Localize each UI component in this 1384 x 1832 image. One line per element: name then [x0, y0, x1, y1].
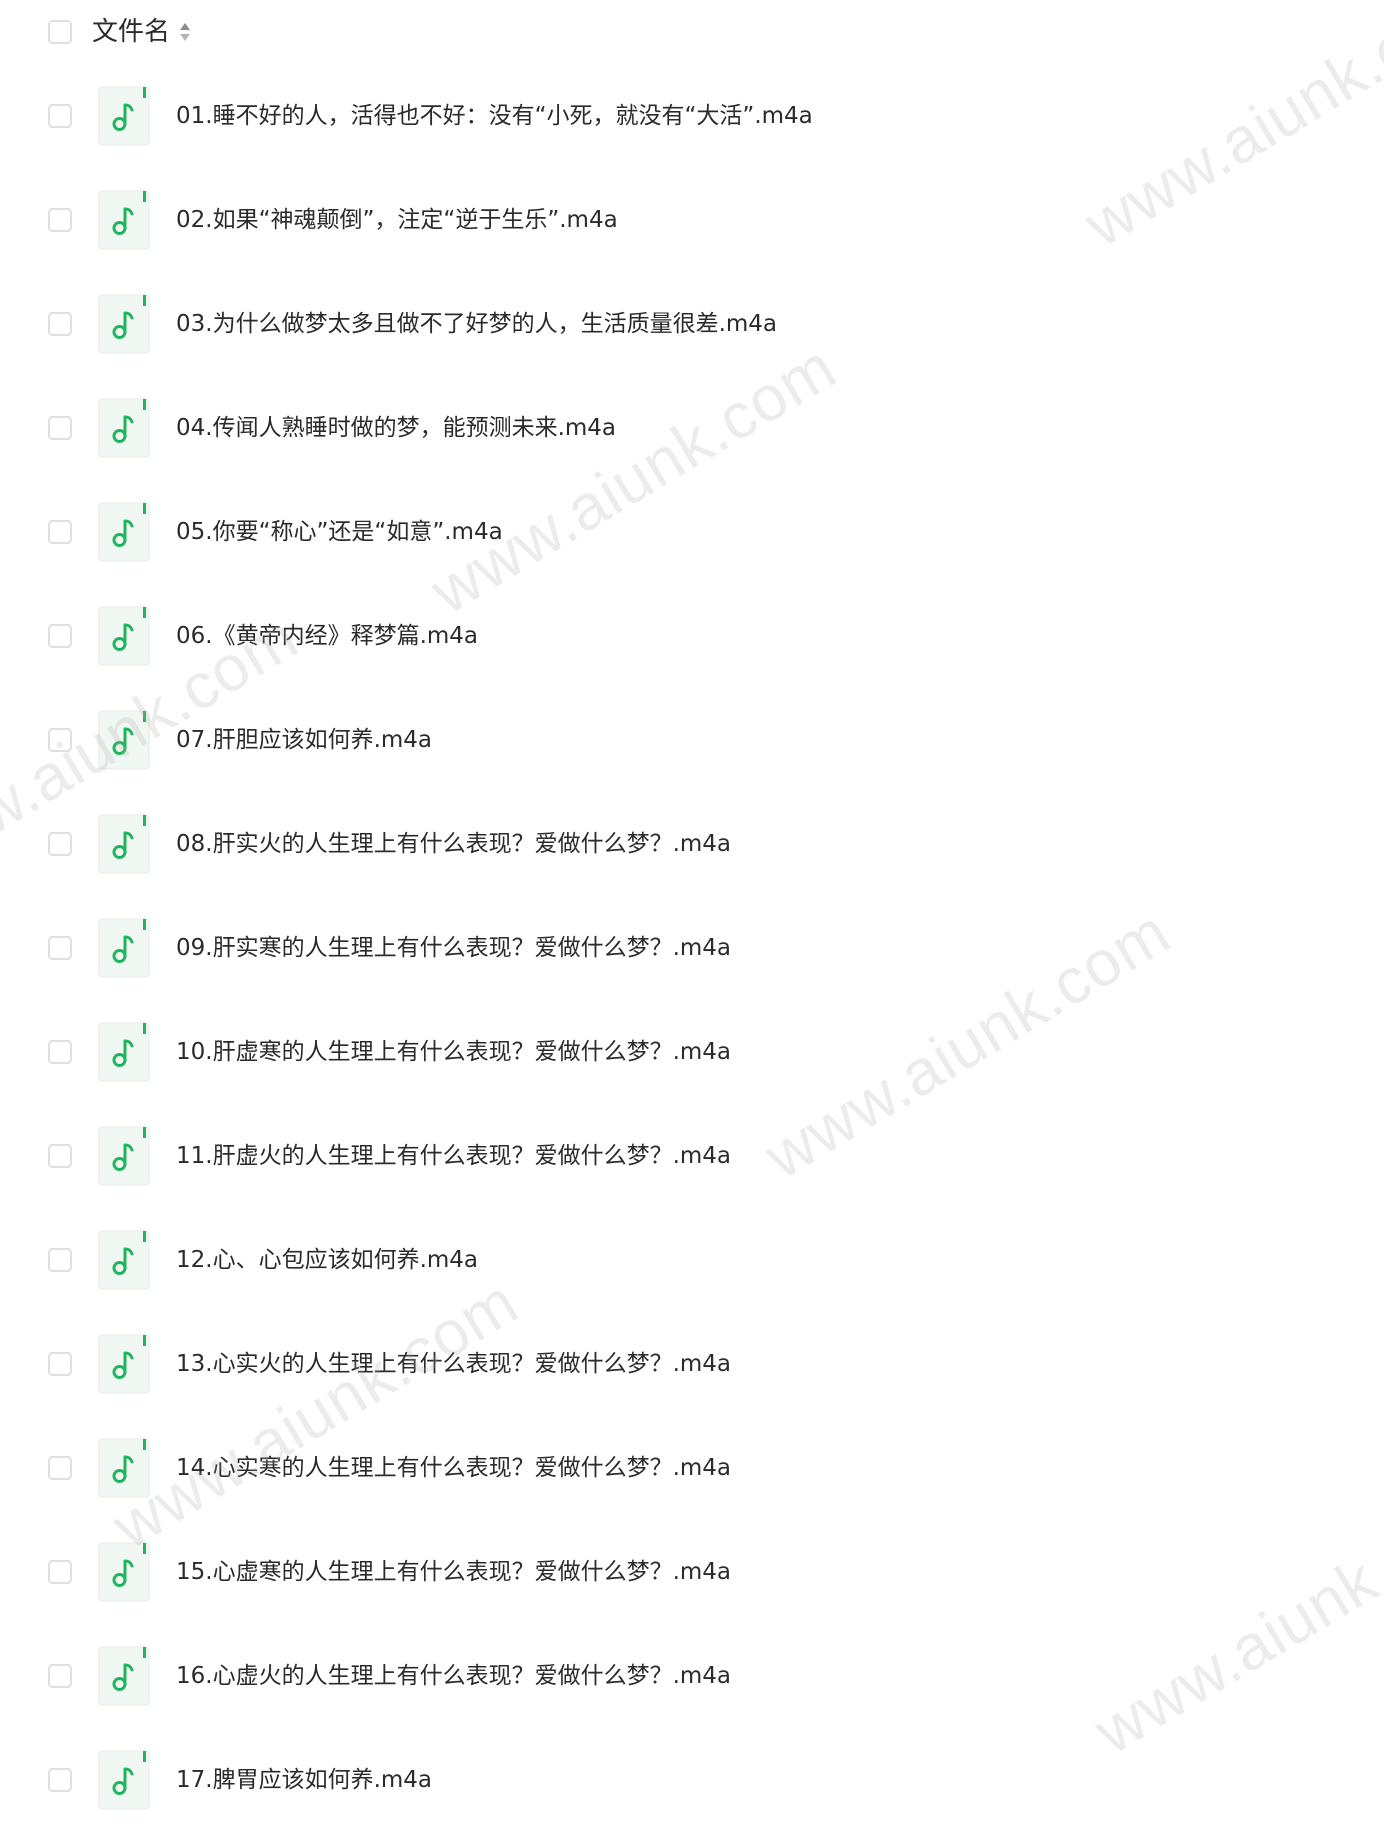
row-checkbox[interactable] — [48, 728, 72, 752]
file-name[interactable]: 08.肝实火的人生理上有什么表现？爱做什么梦？.m4a — [176, 826, 731, 862]
file-name[interactable]: 04.传闻人熟睡时做的梦，能预测未来.m4a — [176, 410, 616, 446]
file-name[interactable]: 01.睡不好的人，活得也不好：没有“小死，就没有“大活”.m4a — [176, 98, 813, 134]
file-name[interactable]: 17.脾胃应该如何养.m4a — [176, 1762, 432, 1798]
music-file-icon — [98, 1646, 150, 1706]
file-row[interactable]: 08.肝实火的人生理上有什么表现？爱做什么梦？.m4a — [0, 792, 1384, 896]
file-row[interactable]: 04.传闻人熟睡时做的梦，能预测未来.m4a — [0, 376, 1384, 480]
row-checkbox[interactable] — [48, 312, 72, 336]
file-name[interactable]: 14.心实寒的人生理上有什么表现？爱做什么梦？.m4a — [176, 1450, 731, 1486]
file-list-header: 文件名 — [0, 0, 1384, 64]
file-row[interactable]: 02.如果“神魂颠倒”，注定“逆于生乐”.m4a — [0, 168, 1384, 272]
file-row[interactable]: 12.心、心包应该如何养.m4a — [0, 1208, 1384, 1312]
file-name[interactable]: 03.为什么做梦太多且做不了好梦的人，生活质量很差.m4a — [176, 306, 777, 342]
file-row[interactable]: 03.为什么做梦太多且做不了好梦的人，生活质量很差.m4a — [0, 272, 1384, 376]
row-checkbox[interactable] — [48, 936, 72, 960]
row-checkbox[interactable] — [48, 624, 72, 648]
file-row[interactable]: 05.你要“称心”还是“如意”.m4a — [0, 480, 1384, 584]
music-file-icon — [98, 1230, 150, 1290]
row-checkbox[interactable] — [48, 1040, 72, 1064]
music-file-icon — [98, 1438, 150, 1498]
file-row[interactable]: 13.心实火的人生理上有什么表现？爱做什么梦？.m4a — [0, 1312, 1384, 1416]
file-name[interactable]: 07.肝胆应该如何养.m4a — [176, 722, 432, 758]
file-row[interactable]: 01.睡不好的人，活得也不好：没有“小死，就没有“大活”.m4a — [0, 64, 1384, 168]
file-name[interactable]: 05.你要“称心”还是“如意”.m4a — [176, 514, 503, 550]
music-file-icon — [98, 294, 150, 354]
sort-icon[interactable] — [178, 20, 192, 44]
music-file-icon — [98, 190, 150, 250]
music-file-icon — [98, 1022, 150, 1082]
music-file-icon — [98, 502, 150, 562]
file-name[interactable]: 12.心、心包应该如何养.m4a — [176, 1242, 478, 1278]
row-checkbox[interactable] — [48, 1352, 72, 1376]
music-file-icon — [98, 1750, 150, 1810]
file-name[interactable]: 13.心实火的人生理上有什么表现？爱做什么梦？.m4a — [176, 1346, 731, 1382]
row-checkbox[interactable] — [48, 1664, 72, 1688]
file-row[interactable]: 15.心虚寒的人生理上有什么表现？爱做什么梦？.m4a — [0, 1520, 1384, 1624]
row-checkbox[interactable] — [48, 520, 72, 544]
music-file-icon — [98, 1126, 150, 1186]
file-row[interactable]: 14.心实寒的人生理上有什么表现？爱做什么梦？.m4a — [0, 1416, 1384, 1520]
file-row[interactable]: 07.肝胆应该如何养.m4a — [0, 688, 1384, 792]
row-checkbox[interactable] — [48, 1456, 72, 1480]
music-file-icon — [98, 86, 150, 146]
music-file-icon — [98, 1334, 150, 1394]
file-name[interactable]: 10.肝虚寒的人生理上有什么表现？爱做什么梦？.m4a — [176, 1034, 731, 1070]
row-checkbox[interactable] — [48, 1768, 72, 1792]
file-row[interactable]: 17.脾胃应该如何养.m4a — [0, 1728, 1384, 1832]
file-row[interactable]: 10.肝虚寒的人生理上有什么表现？爱做什么梦？.m4a — [0, 1000, 1384, 1104]
file-name[interactable]: 09.肝实寒的人生理上有什么表现？爱做什么梦？.m4a — [176, 930, 731, 966]
column-header-filename[interactable]: 文件名 — [92, 15, 170, 49]
row-checkbox[interactable] — [48, 832, 72, 856]
row-checkbox[interactable] — [48, 1144, 72, 1168]
select-all-checkbox[interactable] — [48, 20, 72, 44]
music-file-icon — [98, 398, 150, 458]
row-checkbox[interactable] — [48, 416, 72, 440]
row-checkbox[interactable] — [48, 1248, 72, 1272]
music-file-icon — [98, 1542, 150, 1602]
music-file-icon — [98, 710, 150, 770]
file-name[interactable]: 16.心虚火的人生理上有什么表现？爱做什么梦？.m4a — [176, 1658, 731, 1694]
music-file-icon — [98, 606, 150, 666]
file-row[interactable]: 09.肝实寒的人生理上有什么表现？爱做什么梦？.m4a — [0, 896, 1384, 1000]
file-name[interactable]: 15.心虚寒的人生理上有什么表现？爱做什么梦？.m4a — [176, 1554, 731, 1590]
file-name[interactable]: 06.《黄帝内经》释梦篇.m4a — [176, 618, 478, 654]
row-checkbox[interactable] — [48, 1560, 72, 1584]
row-checkbox[interactable] — [48, 104, 72, 128]
music-file-icon — [98, 918, 150, 978]
row-checkbox[interactable] — [48, 208, 72, 232]
file-row[interactable]: 06.《黄帝内经》释梦篇.m4a — [0, 584, 1384, 688]
file-row[interactable]: 16.心虚火的人生理上有什么表现？爱做什么梦？.m4a — [0, 1624, 1384, 1728]
file-name[interactable]: 11.肝虚火的人生理上有什么表现？爱做什么梦？.m4a — [176, 1138, 731, 1174]
file-name[interactable]: 02.如果“神魂颠倒”，注定“逆于生乐”.m4a — [176, 202, 618, 238]
file-row[interactable]: 11.肝虚火的人生理上有什么表现？爱做什么梦？.m4a — [0, 1104, 1384, 1208]
music-file-icon — [98, 814, 150, 874]
